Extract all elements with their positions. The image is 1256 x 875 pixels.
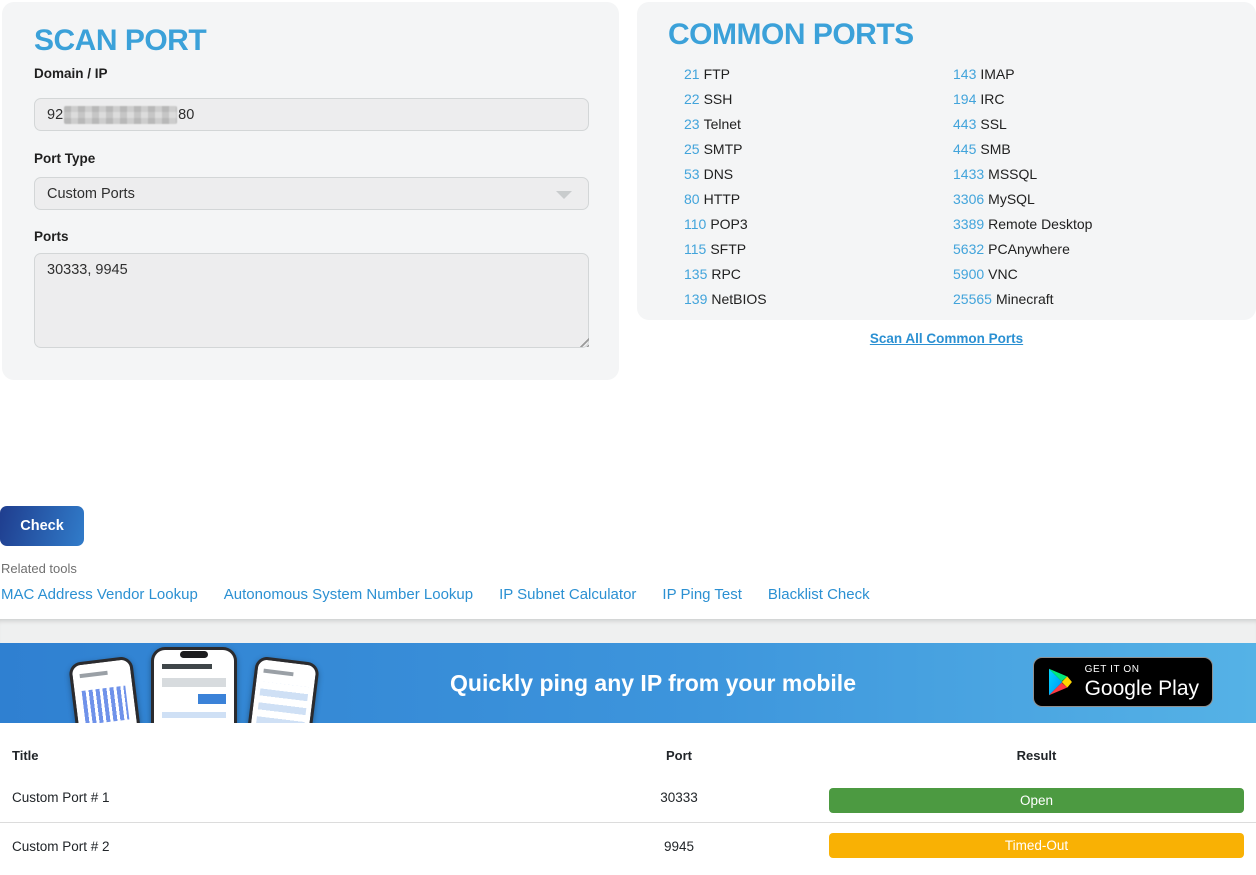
port-item: 3389Remote Desktop xyxy=(953,216,1092,241)
port-type-select[interactable]: Custom Ports xyxy=(34,177,589,210)
port-type-selected-value: Custom Ports xyxy=(47,186,135,202)
port-item: 115SFTP xyxy=(684,241,767,266)
table-row-port: 9945 xyxy=(579,839,779,854)
link-ip-ping-test[interactable]: IP Ping Test xyxy=(662,586,742,603)
port-item: 143IMAP xyxy=(953,66,1092,91)
link-ip-subnet-calculator[interactable]: IP Subnet Calculator xyxy=(499,586,636,603)
google-play-icon xyxy=(1047,667,1074,697)
port-item: 135RPC xyxy=(684,266,767,291)
redacted-ip-blur xyxy=(64,106,177,124)
port-item: 5900VNC xyxy=(953,266,1092,291)
dropdown-arrow-icon xyxy=(556,191,572,199)
scan-all-wrap: Scan All Common Ports xyxy=(637,330,1256,348)
common-ports-column-1: 21FTP 22SSH 23Telnet 25SMTP 53DNS 80HTTP… xyxy=(684,66,767,316)
port-item: 110POP3 xyxy=(684,216,767,241)
section-divider-band xyxy=(0,619,1256,643)
port-item: 1433MSSQL xyxy=(953,166,1092,191)
port-item: 194IRC xyxy=(953,91,1092,116)
phone-notch xyxy=(180,651,208,658)
link-asn-lookup[interactable]: Autonomous System Number Lookup xyxy=(224,586,473,603)
table-row-divider xyxy=(0,822,1256,823)
table-header-result: Result xyxy=(829,748,1244,763)
domain-ip-input[interactable]: 92 80 xyxy=(34,98,589,131)
scan-port-title: SCAN PORT xyxy=(34,24,206,58)
domain-ip-label: Domain / IP xyxy=(34,66,108,81)
link-blacklist-check[interactable]: Blacklist Check xyxy=(768,586,870,603)
table-row-title: Custom Port # 1 xyxy=(12,790,110,805)
google-play-text: GET IT ON Google Play xyxy=(1085,665,1199,699)
ports-label: Ports xyxy=(34,229,69,244)
port-item: 21FTP xyxy=(684,66,767,91)
scan-port-panel: SCAN PORT Domain / IP 92 80 Port Type Cus… xyxy=(2,2,619,380)
common-ports-title: COMMON PORTS xyxy=(668,18,914,52)
banner-headline: Quickly ping any IP from your mobile xyxy=(280,643,1026,723)
table-header-port: Port xyxy=(579,748,779,763)
get-it-on-label: GET IT ON xyxy=(1085,665,1199,675)
common-ports-panel: COMMON PORTS 21FTP 22SSH 23Telnet 25SMTP… xyxy=(637,2,1256,320)
scan-all-common-ports-link[interactable]: Scan All Common Ports xyxy=(870,331,1023,346)
phone-mockup-left xyxy=(68,656,150,723)
domain-ip-value-suffix: 80 xyxy=(178,107,194,123)
related-tools-heading: Related tools xyxy=(1,561,77,576)
port-item: 5632PCAnywhere xyxy=(953,241,1092,266)
port-item: 53DNS xyxy=(684,166,767,191)
port-item: 443SSL xyxy=(953,116,1092,141)
port-item: 25SMTP xyxy=(684,141,767,166)
phone-mockup-center xyxy=(151,647,237,723)
status-badge-timed-out: Timed-Out xyxy=(829,833,1244,858)
port-item: 22SSH xyxy=(684,91,767,116)
phone-screen xyxy=(71,659,146,723)
related-tools-links: MAC Address Vendor Lookup Autonomous Sys… xyxy=(1,586,870,603)
phone-screen xyxy=(154,650,234,723)
port-item: 23Telnet xyxy=(684,116,767,141)
table-header-title: Title xyxy=(12,748,39,763)
port-type-label: Port Type xyxy=(34,151,95,166)
table-row-port: 30333 xyxy=(579,790,779,805)
port-item: 25565Minecraft xyxy=(953,291,1092,316)
port-item: 3306MySQL xyxy=(953,191,1092,216)
port-item: 80HTTP xyxy=(684,191,767,216)
link-mac-address-vendor-lookup[interactable]: MAC Address Vendor Lookup xyxy=(1,586,198,603)
google-play-label: Google Play xyxy=(1085,678,1199,699)
domain-ip-value-prefix: 92 xyxy=(47,107,63,123)
port-item: 445SMB xyxy=(953,141,1092,166)
ports-textarea[interactable]: 30333, 9945 xyxy=(34,253,589,348)
phones-promo-image xyxy=(75,647,315,723)
google-play-badge[interactable]: GET IT ON Google Play xyxy=(1033,657,1213,707)
check-button[interactable]: Check xyxy=(0,506,84,546)
port-item: 139NetBIOS xyxy=(684,291,767,316)
table-row-title: Custom Port # 2 xyxy=(12,839,110,854)
mobile-app-promo-banner: Quickly ping any IP from your mobile GET… xyxy=(0,643,1256,723)
status-badge-open: Open xyxy=(829,788,1244,813)
common-ports-column-2: 143IMAP 194IRC 443SSL 445SMB 1433MSSQL 3… xyxy=(953,66,1092,316)
